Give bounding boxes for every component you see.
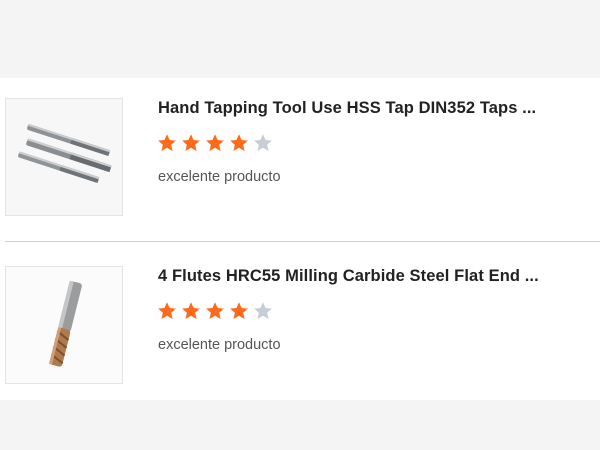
product-title[interactable]: 4 Flutes HRC55 Milling Carbide Steel Fla… [158, 267, 578, 286]
review-item: Hand Tapping Tool Use HSS Tap DIN352 Tap… [0, 98, 600, 228]
star-rating [157, 133, 273, 153]
end-mill-image [6, 267, 122, 383]
reviews-panel: Hand Tapping Tool Use HSS Tap DIN352 Tap… [0, 78, 600, 400]
star-empty-icon [254, 134, 272, 151]
product-thumbnail[interactable] [5, 266, 123, 384]
star-filled-icon [182, 302, 200, 319]
review-item: 4 Flutes HRC55 Milling Carbide Steel Fla… [0, 266, 600, 396]
product-title[interactable]: Hand Tapping Tool Use HSS Tap DIN352 Tap… [158, 99, 578, 118]
star-empty-icon [254, 302, 272, 319]
star-rating [157, 301, 273, 321]
divider [5, 241, 600, 242]
star-filled-icon [206, 134, 224, 151]
star-filled-icon [182, 134, 200, 151]
star-filled-icon [158, 134, 176, 151]
review-comment: excelente producto [158, 169, 281, 185]
star-filled-icon [230, 134, 248, 151]
star-filled-icon [158, 302, 176, 319]
review-comment: excelente producto [158, 337, 281, 353]
star-filled-icon [230, 302, 248, 319]
star-filled-icon [206, 302, 224, 319]
hss-taps-image [6, 99, 122, 215]
product-thumbnail[interactable] [5, 98, 123, 216]
